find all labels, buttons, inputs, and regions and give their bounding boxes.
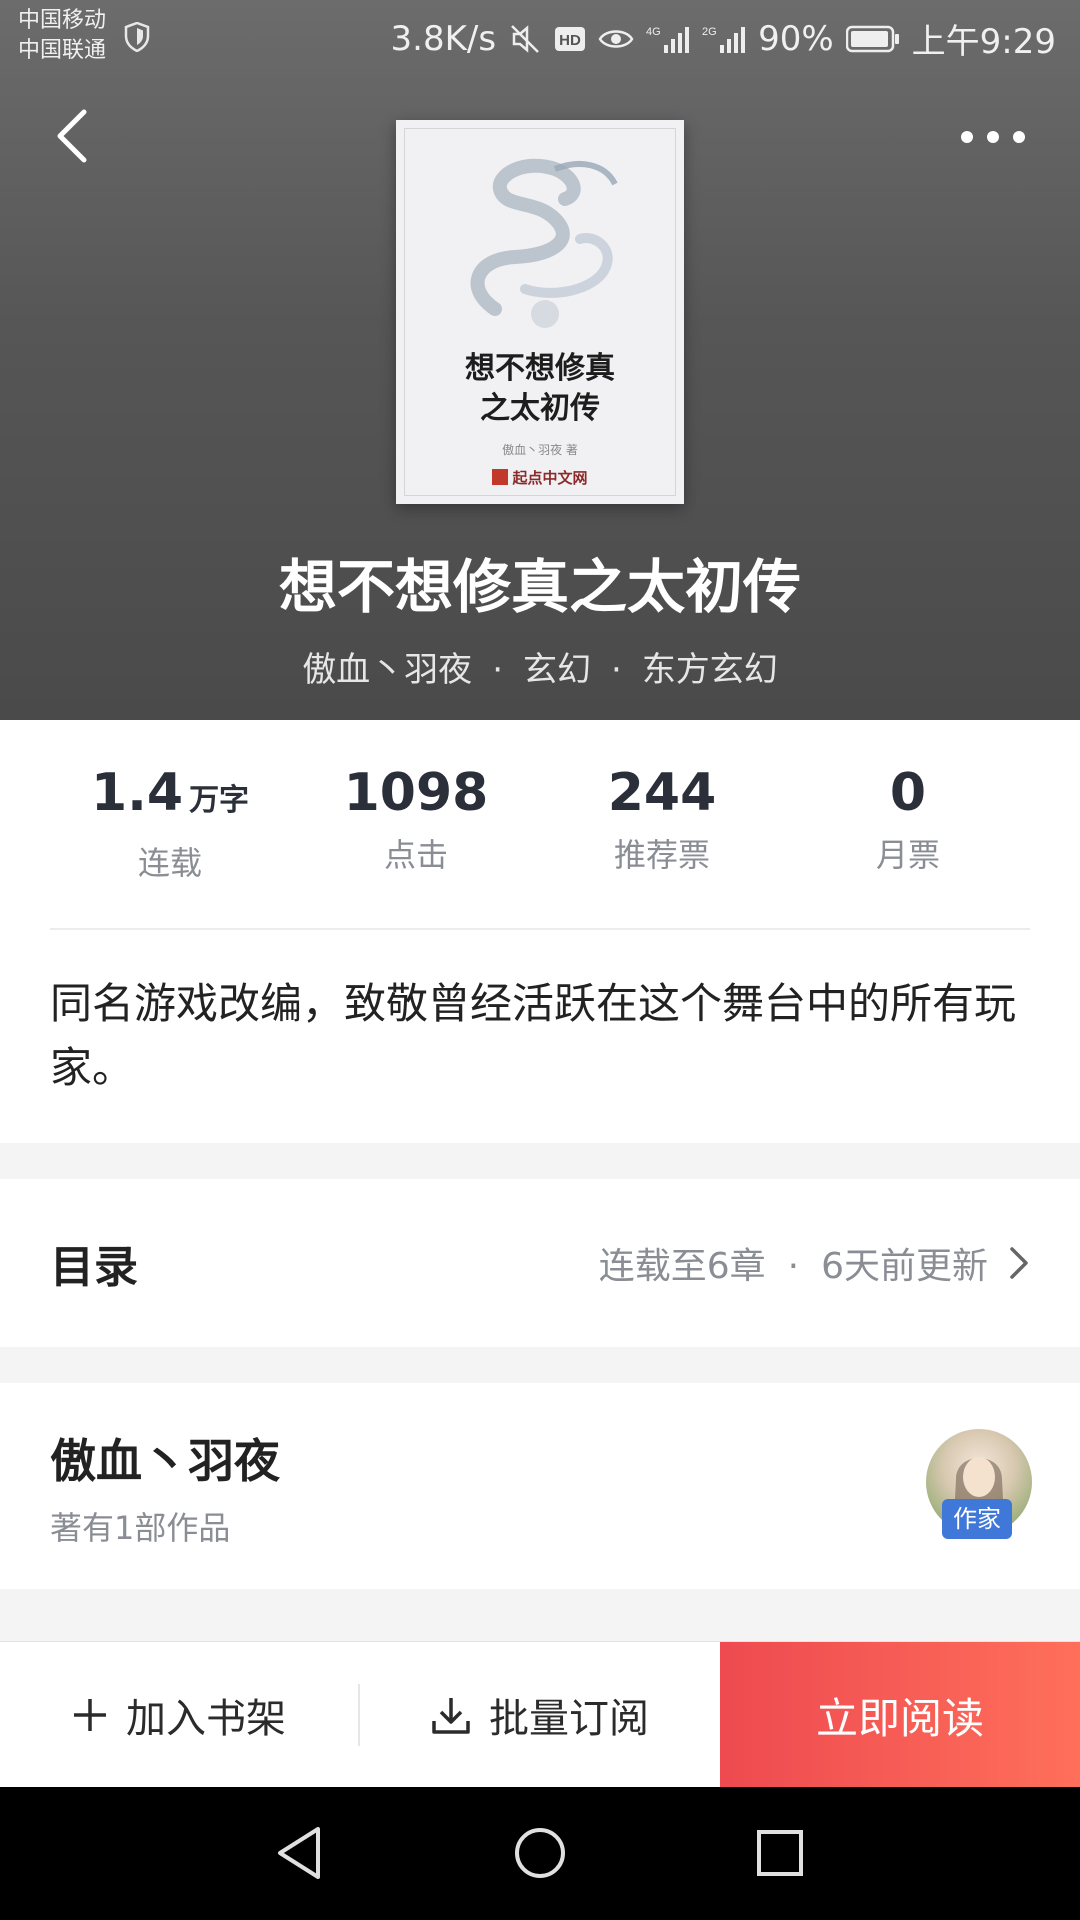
add-to-shelf-button[interactable]: 加入书架	[0, 1642, 358, 1788]
book-header: 中国移动 中国联通 3.8K/s HD 4G 2G 90% 上午9:29 想不想…	[0, 0, 1080, 720]
signal-2g-icon: 2G	[702, 26, 746, 53]
toc-title: 目录	[50, 1242, 138, 1293]
cover-author: 傲血丶羽夜 著	[502, 443, 578, 457]
book-intro[interactable]: 同名游戏改编，致敬曾经活跃在这个舞台中的所有玩家。	[50, 972, 1030, 1100]
svg-text:2G: 2G	[702, 26, 717, 38]
cover-title-line-2: 之太初传	[480, 391, 600, 426]
mute-icon	[511, 24, 539, 53]
book-meta: 傲血丶羽夜 · 玄幻 · 东方玄幻	[0, 642, 1080, 691]
carrier-1: 中国移动	[18, 8, 107, 33]
read-now-button[interactable]: 立即阅读	[720, 1642, 1080, 1788]
stat-label: 点击	[383, 836, 448, 874]
system-navigation-bar	[0, 1787, 1080, 1920]
author-works: 著有1部作品	[50, 1509, 231, 1547]
stat-clicks: 1098 点击	[296, 760, 536, 876]
stat-value: 1.4 万字	[50, 760, 290, 834]
meta-separator: ·	[611, 650, 622, 690]
read-now-label: 立即阅读	[815, 1693, 984, 1743]
stat-label: 推荐票	[613, 836, 710, 874]
eye-comfort-icon	[598, 29, 634, 48]
carrier-2: 中国联通	[18, 38, 107, 63]
toc-updated: 6天前更新	[821, 1246, 988, 1287]
status-right: 3.8K/s HD 4G 2G 90% 上午9:29	[391, 14, 1056, 63]
book-author-link[interactable]: 傲血丶羽夜	[302, 650, 472, 690]
battery-icon	[845, 25, 899, 52]
divider	[50, 928, 1030, 930]
book-genre[interactable]: 玄幻	[523, 650, 591, 690]
section-gap	[0, 1347, 1080, 1383]
shield-icon	[124, 22, 150, 52]
carrier-info: 中国移动 中国联通	[18, 6, 106, 66]
hd-icon: HD	[555, 26, 586, 51]
author-badge: 作家	[942, 1499, 1012, 1539]
stat-unit: 万字	[189, 783, 250, 818]
cover-frame: 想不想修真 之太初传 傲血丶羽夜 著 起点中文网	[404, 128, 676, 496]
book-cover[interactable]: 想不想修真 之太初传 傲血丶羽夜 著 起点中文网	[396, 120, 684, 504]
bottom-action-bar: 加入书架 批量订阅 立即阅读	[0, 1641, 1080, 1788]
stat-value: 244	[607, 763, 717, 823]
meta-separator: ·	[492, 650, 503, 690]
book-subgenre[interactable]: 东方玄幻	[642, 650, 778, 690]
section-gap	[0, 1143, 1080, 1179]
status-bar: 中国移动 中国联通 3.8K/s HD 4G 2G 90% 上午9:29	[0, 0, 1080, 76]
chevron-right-icon	[1010, 1247, 1028, 1279]
battery-percent: 90%	[758, 18, 834, 59]
download-icon	[432, 1698, 470, 1734]
net-speed: 3.8K/s	[390, 18, 497, 59]
book-stats: 1.4 万字 连载 1098 点击 244 推荐票 0 月票	[0, 760, 1080, 900]
cover-publisher-label: 起点中文网	[512, 469, 588, 487]
cover-dragon-illustration	[470, 158, 618, 328]
stat-value: 0	[889, 763, 927, 823]
publisher-seal-icon	[492, 469, 509, 485]
batch-subscribe-label: 批量订阅	[489, 1696, 649, 1742]
back-arrow-icon[interactable]	[52, 108, 92, 164]
stat-number: 1.4	[90, 763, 184, 823]
stat-recommend-votes[interactable]: 244 推荐票	[542, 760, 782, 876]
cover-title-line-1: 想不想修真	[465, 351, 615, 386]
author-card[interactable]: 傲血丶羽夜 著有1部作品 作家	[0, 1383, 1080, 1589]
clock: 上午9:29	[911, 22, 1056, 62]
plus-icon	[74, 1699, 106, 1731]
table-of-contents-row[interactable]: 目录 连载至6章 · 6天前更新	[0, 1179, 1080, 1347]
stat-word-count: 1.4 万字 连载	[50, 760, 290, 884]
stat-label: 连载	[137, 844, 202, 882]
svg-text:4G: 4G	[646, 26, 661, 38]
author-name: 傲血丶羽夜	[50, 1434, 280, 1488]
stat-value: 1098	[343, 763, 489, 823]
stat-monthly-votes[interactable]: 0 月票	[788, 760, 1028, 876]
nav-back-icon[interactable]	[268, 1821, 332, 1885]
section-gap	[0, 1589, 1080, 1641]
cover-title: 想不想修真 之太初传	[405, 349, 675, 429]
nav-recents-icon[interactable]	[748, 1821, 812, 1885]
cover-publisher: 起点中文网	[405, 467, 675, 488]
signal-4g-icon: 4G	[646, 26, 690, 53]
svg-text:HD: HD	[559, 32, 581, 49]
more-options-icon[interactable]	[958, 124, 1028, 150]
stat-label: 月票	[875, 836, 940, 874]
book-title: 想不想修真之太初传	[278, 553, 801, 621]
toc-separator: ·	[787, 1246, 800, 1287]
toc-progress: 连载至6章	[598, 1246, 766, 1287]
batch-subscribe-button[interactable]: 批量订阅	[360, 1642, 720, 1788]
nav-home-icon[interactable]	[508, 1821, 572, 1885]
toc-info: 连载至6章 · 6天前更新	[599, 1237, 988, 1289]
add-to-shelf-label: 加入书架	[126, 1696, 286, 1742]
